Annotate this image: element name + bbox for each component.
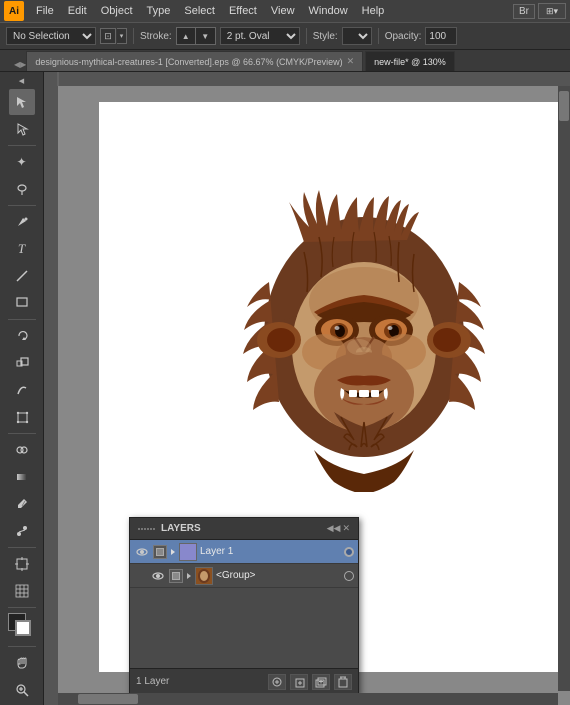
- delete-layer-btn[interactable]: [334, 674, 352, 690]
- menu-edit[interactable]: Edit: [62, 3, 93, 19]
- ruler-vertical: for(let i=0;i<70;i++){ document.write(``…: [44, 86, 58, 705]
- make-clipping-mask-btn[interactable]: [268, 674, 286, 690]
- stroke-type-dropdown[interactable]: 2 pt. Oval: [220, 27, 300, 45]
- toolbar: ◀ ✦ T: [0, 72, 44, 705]
- pen-tool-btn[interactable]: [9, 209, 35, 235]
- toolbar-top-arrows: ◀: [11, 76, 33, 86]
- zoom-tool-btn[interactable]: [9, 677, 35, 703]
- eyedropper-btn[interactable]: [9, 491, 35, 517]
- menu-bar: Ai File Edit Object Type Select Effect V…: [0, 0, 570, 22]
- main-layout: ◀ ✦ T: [0, 72, 570, 705]
- scrollbar-horizontal[interactable]: [58, 693, 558, 705]
- rectangle-tool-btn[interactable]: [9, 290, 35, 316]
- group-row[interactable]: <Group>: [130, 564, 358, 588]
- scrollbar-vertical[interactable]: [558, 86, 570, 691]
- bridge-btn[interactable]: Br: [513, 4, 535, 19]
- layer-1-name: Layer 1: [200, 546, 341, 557]
- group-thumb: [195, 567, 213, 585]
- slice-tool-btn[interactable]: [9, 578, 35, 604]
- options-bar: No Selection ⊡ ▾ Stroke: ▲ ▼ 2 pt. Oval …: [0, 22, 570, 50]
- group-target[interactable]: [344, 571, 354, 581]
- stroke-label: Stroke:: [140, 31, 172, 42]
- menu-type[interactable]: Type: [141, 3, 177, 19]
- gradient-tool-btn[interactable]: [9, 464, 35, 490]
- group-name: <Group>: [216, 570, 341, 581]
- layer-1-expand-arrow[interactable]: [170, 547, 176, 557]
- panel-collapse-left[interactable]: ◀◀: [327, 523, 341, 534]
- transform-dropdown-arrow[interactable]: ▾: [117, 28, 127, 44]
- new-sublayer-btn[interactable]: [290, 674, 308, 690]
- menu-object[interactable]: Object: [95, 3, 139, 19]
- group-visibility[interactable]: [150, 568, 166, 584]
- tab-bar: ◀▶ designious-mythical-creatures-1 [Conv…: [0, 50, 570, 72]
- menu-select[interactable]: Select: [178, 3, 221, 19]
- menu-window[interactable]: Window: [303, 3, 354, 19]
- lasso-tool-btn[interactable]: [9, 176, 35, 202]
- tab-close-btn[interactable]: ✕: [347, 56, 355, 67]
- panel-close-btn[interactable]: ✕: [342, 523, 350, 534]
- layers-footer: 1 Layer: [130, 668, 358, 694]
- menu-file[interactable]: File: [30, 3, 60, 19]
- artboard-tool-btn[interactable]: [9, 551, 35, 577]
- direct-selection-tool-btn[interactable]: [9, 116, 35, 142]
- tab-converted-eps[interactable]: designious-mythical-creatures-1 [Convert…: [26, 51, 363, 71]
- tab-scroll-arrows[interactable]: ◀▶: [14, 60, 26, 69]
- ruler-horizontal: for(let i=0;i<50;i++){ document.write(``…: [44, 72, 570, 86]
- scrollbar-h-thumb[interactable]: [78, 694, 138, 704]
- style-dropdown[interactable]: [342, 27, 372, 45]
- layers-title: LAYERS: [161, 523, 321, 534]
- blend-tool-btn[interactable]: [9, 518, 35, 544]
- menu-help[interactable]: Help: [356, 3, 391, 19]
- layers-grip[interactable]: [138, 528, 155, 530]
- layers-count: 1 Layer: [136, 676, 264, 687]
- free-transform-btn[interactable]: [9, 404, 35, 430]
- type-tool-btn[interactable]: T: [9, 236, 35, 262]
- group-lock[interactable]: [169, 569, 183, 583]
- layer-1-row[interactable]: Layer 1: [130, 540, 358, 564]
- canvas-area[interactable]: for(let i=0;i<50;i++){ document.write(``…: [44, 72, 570, 705]
- layer-1-lock[interactable]: [153, 545, 167, 559]
- warp-tool-btn[interactable]: [9, 377, 35, 403]
- toolbar-scroll-up: ◀: [11, 76, 33, 86]
- selection-dropdown[interactable]: No Selection: [6, 27, 96, 45]
- workspace-switcher[interactable]: ⊞▾: [538, 3, 566, 19]
- new-layer-btn[interactable]: [312, 674, 330, 690]
- selection-tool-btn[interactable]: [9, 89, 35, 115]
- menu-view[interactable]: View: [265, 3, 301, 19]
- color-boxes[interactable]: [8, 613, 36, 641]
- tab-new-file[interactable]: new-file* @ 130%: [365, 51, 455, 71]
- line-tool-btn[interactable]: [9, 263, 35, 289]
- app-logo: Ai: [4, 1, 24, 21]
- opacity-label: Opacity:: [385, 31, 422, 42]
- stroke-box[interactable]: [15, 620, 31, 636]
- hand-tool-btn[interactable]: [9, 650, 35, 676]
- scrollbar-v-thumb[interactable]: [559, 91, 569, 121]
- layer-1-visibility[interactable]: [134, 544, 150, 560]
- transform-icon[interactable]: ⊡: [100, 28, 116, 44]
- layer-1-target[interactable]: [344, 547, 354, 557]
- panel-header-controls: ◀◀ ✕: [327, 523, 350, 534]
- stroke-down[interactable]: ▼: [196, 27, 216, 45]
- layers-body: Layer 1: [130, 540, 358, 668]
- rotate-tool-btn[interactable]: [9, 323, 35, 349]
- opacity-value: 100: [425, 27, 457, 45]
- creature-illustration: [229, 182, 499, 492]
- stroke-up[interactable]: ▲: [176, 27, 196, 45]
- style-label: Style:: [313, 31, 338, 42]
- layer-1-thumb: [179, 543, 197, 561]
- shape-builder-btn[interactable]: [9, 437, 35, 463]
- layers-empty-space: [130, 588, 358, 668]
- menu-effect[interactable]: Effect: [223, 3, 263, 19]
- layers-panel: LAYERS ◀◀ ✕: [129, 517, 359, 695]
- layers-panel-header[interactable]: LAYERS ◀◀ ✕: [130, 518, 358, 540]
- group-expand-arrow[interactable]: [186, 571, 192, 581]
- scale-tool-btn[interactable]: [9, 350, 35, 376]
- magic-wand-tool-btn[interactable]: ✦: [9, 149, 35, 175]
